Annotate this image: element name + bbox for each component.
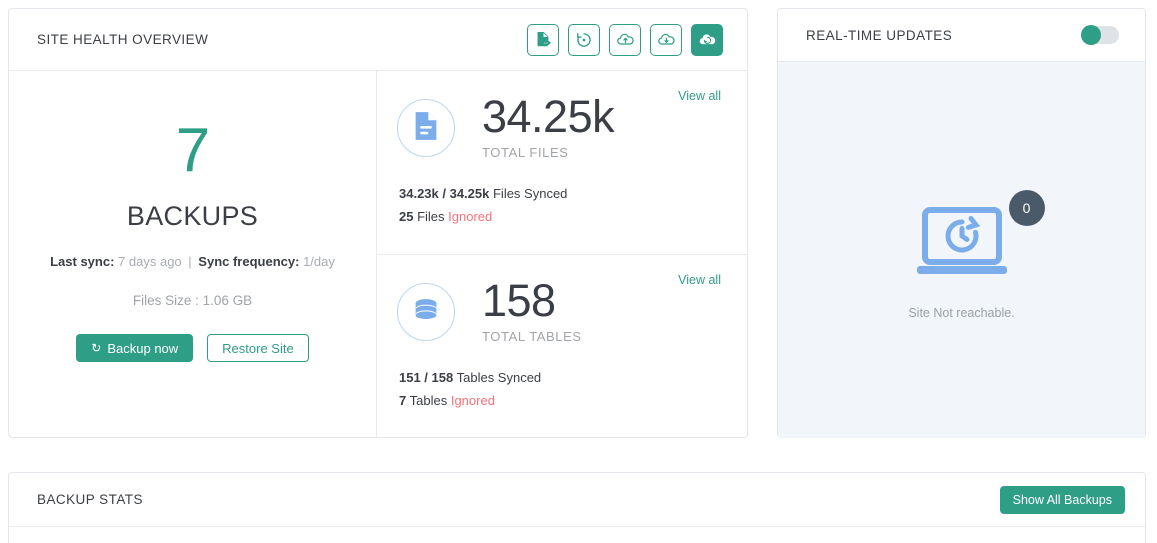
dashboard-page: SITE HEALTH OVERVIEW 7 BACKUPS Last sync… bbox=[0, 0, 1157, 543]
total-tables-main: 158 TOTAL TABLES bbox=[397, 277, 723, 344]
real-time-updates-toggle[interactable] bbox=[1081, 25, 1119, 45]
cloud-sync-icon bbox=[698, 30, 717, 49]
backup-action-buttons: ↻ Backup now Restore Site bbox=[76, 334, 309, 362]
stats-column: View all 34.25k TOTAL FILES 34.23k / 34.… bbox=[377, 71, 747, 438]
real-time-updates-card: REAL-TIME UPDATES 0 Site Not reachable. bbox=[777, 8, 1146, 438]
total-tables-block: View all 158 TOTAL TABLES 151 / 158 Tabl… bbox=[377, 254, 747, 438]
document-icon-circle bbox=[397, 99, 455, 157]
tables-ignored-label: Ignored bbox=[450, 393, 495, 408]
restore-history-icon-button[interactable] bbox=[568, 23, 600, 56]
laptop-history-icon bbox=[909, 207, 1015, 290]
backup-now-button[interactable]: ↻ Backup now bbox=[76, 334, 194, 362]
backup-summary-panel: 7 BACKUPS Last sync: 7 days ago | Sync f… bbox=[9, 71, 377, 438]
show-all-backups-button[interactable]: Show All Backups bbox=[999, 485, 1125, 514]
site-health-header: SITE HEALTH OVERVIEW bbox=[9, 9, 747, 71]
tables-ignored-value: 7 bbox=[399, 393, 407, 408]
cloud-download-icon bbox=[657, 30, 676, 49]
cloud-sync-icon-button[interactable] bbox=[691, 23, 723, 56]
cloud-download-icon-button[interactable] bbox=[650, 23, 682, 56]
files-synced-value: 34.23k / 34.25k bbox=[399, 186, 490, 201]
last-sync-value: 7 days ago bbox=[118, 254, 182, 269]
view-all-files-link[interactable]: View all bbox=[678, 89, 721, 103]
site-unreachable-illustration: 0 bbox=[909, 190, 1045, 286]
files-size-text: Files Size : 1.06 GB bbox=[132, 293, 253, 308]
files-synced-row: 34.23k / 34.25k Files Synced bbox=[399, 186, 723, 202]
restore-site-label: Restore Site bbox=[222, 340, 294, 356]
refresh-icon: ↻ bbox=[91, 341, 102, 355]
real-time-updates-title: REAL-TIME UPDATES bbox=[806, 27, 953, 43]
backup-count-label: BACKUPS bbox=[126, 201, 259, 231]
site-health-title: SITE HEALTH OVERVIEW bbox=[37, 32, 209, 47]
backup-count: 7 bbox=[175, 116, 210, 185]
site-health-toolbar bbox=[527, 23, 723, 56]
tables-ignored-row: 7 Tables Ignored bbox=[399, 393, 723, 409]
files-synced-label: Files Synced bbox=[492, 186, 568, 201]
files-ignored-label: Ignored bbox=[448, 209, 493, 224]
last-sync-label: Last sync: bbox=[50, 254, 115, 269]
total-files-details: 34.23k / 34.25k Files Synced 25 Files Ig… bbox=[399, 186, 723, 225]
tables-synced-label: Tables Synced bbox=[456, 370, 542, 385]
site-health-overview-card: SITE HEALTH OVERVIEW 7 BACKUPS Last sync… bbox=[8, 8, 748, 438]
cloud-upload-icon-button[interactable] bbox=[609, 23, 641, 56]
document-icon bbox=[413, 111, 439, 146]
backup-stats-title: BACKUP STATS bbox=[37, 492, 143, 507]
sync-separator: | bbox=[188, 254, 192, 269]
total-files-number: 34.25k bbox=[482, 91, 615, 142]
restore-history-icon bbox=[575, 31, 593, 49]
database-icon bbox=[411, 295, 441, 330]
tables-synced-row: 151 / 158 Tables Synced bbox=[399, 370, 723, 386]
restore-site-button[interactable]: Restore Site bbox=[207, 334, 309, 362]
total-files-main: 34.25k TOTAL FILES bbox=[397, 93, 723, 160]
files-ignored-value: 25 bbox=[399, 209, 414, 224]
database-icon-circle bbox=[397, 283, 455, 341]
updates-count-badge: 0 bbox=[1008, 190, 1045, 226]
show-all-backups-label: Show All Backups bbox=[1012, 492, 1112, 507]
total-files-block: View all 34.25k TOTAL FILES 34.23k / 34.… bbox=[377, 71, 747, 254]
tables-ignored-unit: Tables bbox=[409, 393, 448, 408]
site-health-body: 7 BACKUPS Last sync: 7 days ago | Sync f… bbox=[9, 71, 747, 438]
sync-info-line: Last sync: 7 days ago | Sync frequency: … bbox=[50, 254, 335, 269]
real-time-updates-body: 0 Site Not reachable. bbox=[778, 62, 1145, 438]
backup-stats-header: BACKUP STATS Show All Backups bbox=[9, 473, 1145, 527]
total-tables-details: 151 / 158 Tables Synced 7 Tables Ignored bbox=[399, 370, 723, 409]
export-file-icon-button[interactable] bbox=[527, 23, 559, 56]
cloud-upload-icon bbox=[616, 30, 635, 49]
files-ignored-unit: Files bbox=[417, 209, 445, 224]
toggle-knob bbox=[1081, 25, 1101, 45]
real-time-updates-header: REAL-TIME UPDATES bbox=[778, 9, 1145, 62]
total-tables-caption: TOTAL TABLES bbox=[482, 329, 582, 344]
backup-now-label: Backup now bbox=[107, 340, 179, 356]
backup-stats-card: BACKUP STATS Show All Backups bbox=[8, 472, 1146, 543]
files-ignored-row: 25 Files Ignored bbox=[399, 209, 723, 225]
export-file-icon bbox=[535, 31, 552, 48]
total-tables-number: 158 bbox=[482, 275, 556, 326]
tables-synced-value: 151 / 158 bbox=[399, 370, 454, 385]
sync-frequency-label: Sync frequency: bbox=[198, 254, 300, 269]
view-all-tables-link[interactable]: View all bbox=[678, 273, 721, 287]
total-files-text: 34.25k TOTAL FILES bbox=[482, 91, 615, 161]
sync-frequency-value: 1/day bbox=[303, 254, 335, 269]
site-unreachable-message: Site Not reachable. bbox=[908, 306, 1015, 320]
total-files-caption: TOTAL FILES bbox=[482, 145, 569, 160]
total-tables-text: 158 TOTAL TABLES bbox=[482, 275, 582, 345]
